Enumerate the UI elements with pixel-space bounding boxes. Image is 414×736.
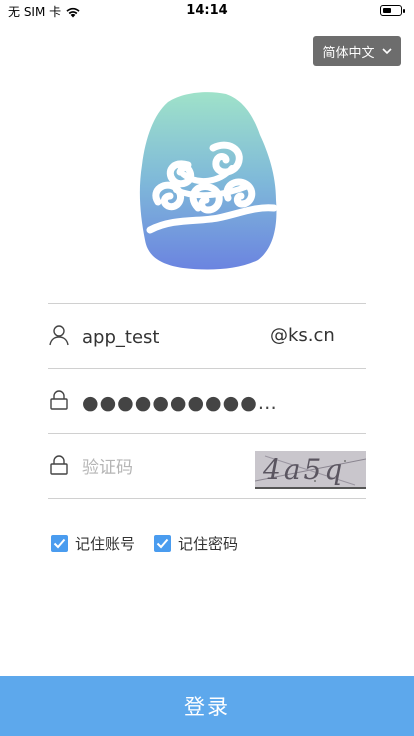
remember-password-checkbox[interactable]: 记住密码	[154, 533, 238, 554]
lock-icon	[50, 390, 68, 410]
battery-level	[382, 7, 391, 13]
checkbox-checked-icon	[51, 535, 68, 552]
divider-password	[48, 433, 366, 434]
checkbox-checked-icon	[154, 535, 171, 552]
status-bar: 无 SIM 卡 14:14	[0, 0, 414, 22]
language-select-button[interactable]: 简体中文	[313, 36, 401, 66]
password-field[interactable]: ●●●●●●●●●●…	[82, 392, 278, 414]
captcha-input[interactable]	[82, 456, 247, 480]
divider-captcha	[48, 498, 366, 499]
divider-top	[48, 303, 366, 304]
captcha-text: 4a5q	[263, 453, 346, 486]
remember-account-checkbox[interactable]: 记住账号	[51, 533, 135, 554]
captcha-image[interactable]: 4a5q	[255, 451, 366, 489]
status-time: 14:14	[186, 3, 228, 18]
cloud-seal-logo-icon	[139, 92, 278, 270]
user-icon	[49, 325, 69, 346]
divider-username	[48, 368, 366, 369]
chevron-down-icon	[381, 47, 392, 54]
username-domain-suffix: @ks.cn	[270, 325, 335, 346]
remember-account-label: 记住账号	[75, 535, 136, 553]
remember-password-label: 记住密码	[178, 535, 239, 553]
captcha-lock-icon	[50, 455, 68, 475]
language-label: 简体中文	[322, 45, 375, 61]
username-field[interactable]: app_test	[82, 327, 159, 349]
battery-icon	[380, 5, 405, 16]
login-button[interactable]: 登录	[0, 676, 414, 736]
